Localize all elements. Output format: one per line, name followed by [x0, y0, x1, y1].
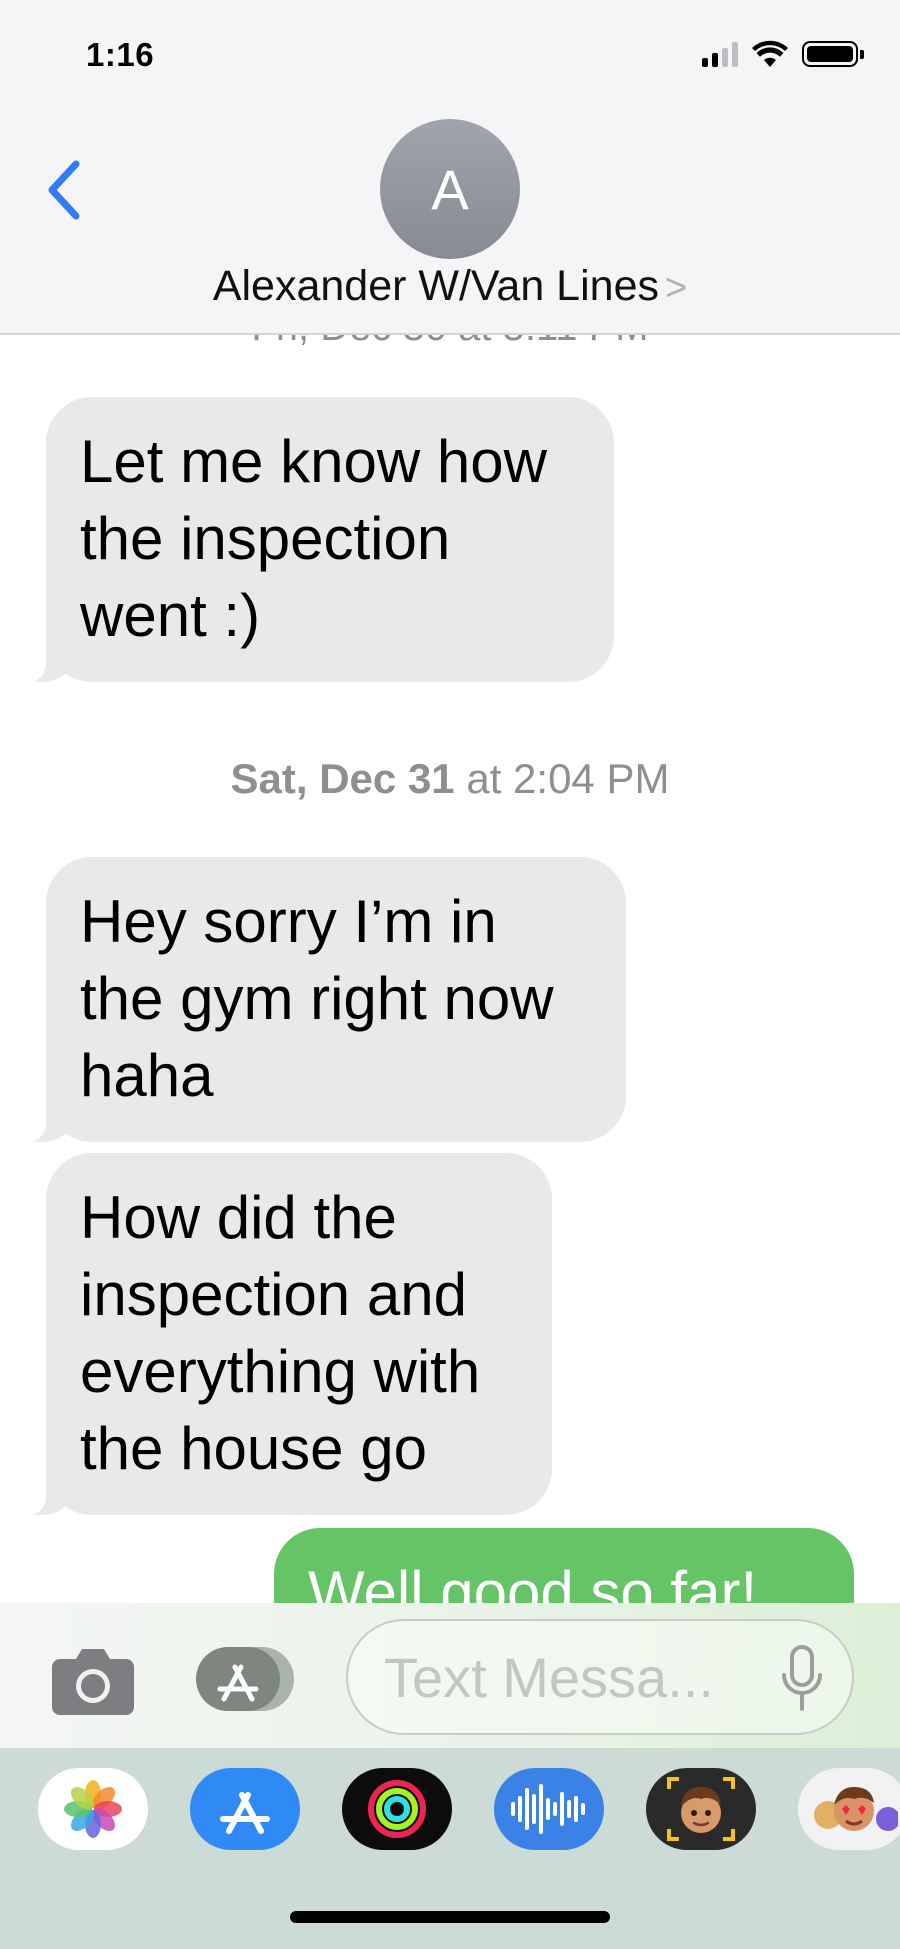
app-store-icon [196, 1647, 294, 1711]
chevron-right-icon: > [664, 267, 688, 309]
wifi-icon [752, 40, 788, 67]
message-text: Let me know how the inspection went :) [80, 428, 547, 649]
message-text: Hey sorry I’m in the gym right now haha [80, 888, 554, 1109]
message-text: How did the inspection and everything wi… [80, 1184, 481, 1482]
audio-message-button[interactable] [494, 1768, 604, 1850]
memoji-icon [667, 1777, 735, 1841]
audio-message-icon [511, 1784, 585, 1834]
message-thread[interactable]: Fri, Dec 30 at 5:11 PM Let me know how t… [0, 335, 900, 1603]
home-indicator[interactable] [290, 1911, 610, 1923]
message-bubble-outgoing[interactable]: Well good so far! [274, 1528, 854, 1603]
dictation-button[interactable] [780, 1645, 824, 1713]
message-text: Well good so far! [308, 1559, 758, 1603]
contact-avatar[interactable]: A [380, 119, 520, 259]
message-bubble-incoming[interactable]: How did the inspection and everything wi… [20, 1153, 552, 1517]
conversation-header: 1:16 A Alexander W/Van Lines > [0, 0, 900, 335]
message-input[interactable] [384, 1641, 764, 1713]
battery-full-icon [802, 41, 864, 67]
photos-app-button[interactable] [38, 1768, 148, 1850]
timestamp-partial: Fri, Dec 30 at 5:11 PM [0, 335, 900, 350]
memoji-stickers-button[interactable] [798, 1768, 900, 1850]
app-store-app-button[interactable] [190, 1768, 300, 1850]
timestamp-time: at 2:04 PM [466, 755, 670, 802]
message-bubble-incoming[interactable]: Hey sorry I’m in the gym right now haha [20, 857, 626, 1144]
contact-name-button[interactable]: Alexander W/Van Lines > [0, 262, 900, 311]
camera-icon [52, 1649, 134, 1715]
imessage-app-drawer [0, 1748, 900, 1949]
memoji-stickers-icon [814, 1787, 898, 1831]
message-bubble-incoming[interactable]: Let me know how the inspection went :) [20, 397, 614, 684]
avatar-initial: A [431, 157, 469, 221]
chevron-left-icon [48, 160, 80, 220]
contact-name: Alexander W/Van Lines [212, 262, 659, 310]
status-time: 1:16 [86, 36, 155, 73]
back-button[interactable] [38, 150, 88, 230]
fitness-activity-icon [368, 1780, 426, 1838]
conversation-timestamp: Sat, Dec 31 at 2:04 PM [0, 755, 900, 803]
timestamp-day: Sat, Dec 31 [230, 755, 455, 802]
microphone-icon [782, 1645, 822, 1711]
apps-button[interactable] [194, 1645, 300, 1713]
status-icons [702, 40, 864, 68]
fitness-activity-button[interactable] [342, 1768, 452, 1850]
camera-button[interactable] [50, 1643, 136, 1717]
cellular-signal-icon [702, 41, 738, 67]
app-store-app-icon [220, 1792, 270, 1834]
photos-app-icon [64, 1780, 122, 1838]
message-text-field[interactable] [346, 1619, 854, 1735]
memoji-button[interactable] [646, 1768, 756, 1850]
message-input-bar [0, 1603, 900, 1748]
